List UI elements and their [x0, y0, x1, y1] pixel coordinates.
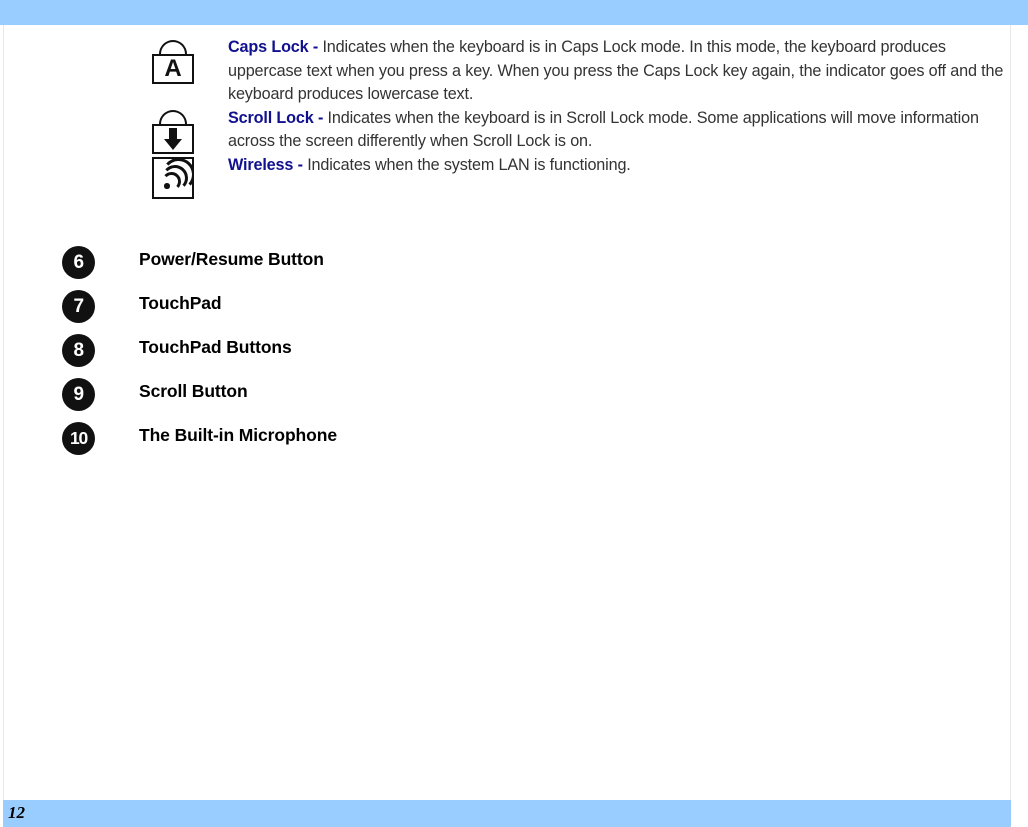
- caps-lock-padlock-a-icon: A: [150, 38, 196, 84]
- callout-bullet-10: 10: [62, 421, 95, 455]
- callout-number-cell: 8: [0, 333, 139, 367]
- indicator-icon-cell: A: [0, 36, 228, 84]
- indicator-description-caps-lock: Indicates when the keyboard is in Caps L…: [228, 38, 1004, 103]
- wireless-signal-icon: [150, 155, 196, 201]
- arrow-stem: [169, 127, 177, 139]
- indicator-icon-cell: [0, 154, 228, 201]
- page-header-bar: [0, 0, 1028, 25]
- padlock-letter: A: [164, 54, 182, 82]
- callout-label-built-in-microphone: The Built-in Microphone: [139, 424, 337, 445]
- callout-number-cell: 7: [0, 289, 139, 323]
- callout-number-cell: 10: [0, 421, 139, 455]
- list-item: 6 Power/Resume Button: [0, 240, 1028, 284]
- scroll-lock-padlock-arrow-icon: [150, 108, 196, 154]
- page-number: 12: [8, 803, 25, 822]
- indicator-text-scroll-lock: Scroll Lock - Indicates when the keyboar…: [228, 107, 1028, 154]
- indicator-term-wireless: Wireless -: [228, 155, 308, 174]
- callout-label-touchpad: TouchPad: [139, 292, 222, 313]
- indicator-description-wireless: Indicates when the system LAN is functio…: [307, 155, 631, 174]
- manual-page: A Caps Lock - Indicates when the keyboar…: [0, 0, 1028, 827]
- callout-label-power-resume-button: Power/Resume Button: [139, 248, 324, 269]
- callout-bullet-6: 6: [62, 245, 95, 279]
- indicator-row-scroll-lock: Scroll Lock - Indicates when the keyboar…: [0, 107, 1028, 154]
- wireless-arc-outer: [161, 158, 192, 192]
- wireless-icon-frame: [152, 156, 194, 199]
- numbered-callout-list: 6 Power/Resume Button 7 TouchPad 8 Touch…: [0, 240, 1028, 460]
- list-item: 9 Scroll Button: [0, 372, 1028, 416]
- list-item: 8 TouchPad Buttons: [0, 328, 1028, 372]
- arrow-head: [164, 138, 182, 150]
- callout-number-cell: 9: [0, 377, 139, 411]
- callout-number-cell: 6: [0, 245, 139, 279]
- indicator-term-scroll-lock: Scroll Lock -: [228, 108, 328, 127]
- page-footer-bar: [3, 800, 1011, 827]
- indicator-text-caps-lock: Caps Lock - Indicates when the keyboard …: [228, 36, 1028, 107]
- indicator-row-caps-lock: A Caps Lock - Indicates when the keyboar…: [0, 36, 1028, 107]
- padlock-body: [152, 123, 194, 154]
- list-item: 10 The Built-in Microphone: [0, 416, 1028, 460]
- indicator-icon-cell: [0, 107, 228, 154]
- indicator-term-caps-lock: Caps Lock -: [228, 38, 323, 56]
- callout-label-touchpad-buttons: TouchPad Buttons: [139, 336, 292, 357]
- callout-bullet-7: 7: [62, 289, 95, 323]
- indicator-text-wireless: Wireless - Indicates when the system LAN…: [228, 154, 1028, 178]
- padlock-body: A: [152, 54, 194, 84]
- indicator-legend-list: A Caps Lock - Indicates when the keyboar…: [0, 36, 1028, 201]
- indicator-description-scroll-lock: Indicates when the keyboard is in Scroll…: [228, 108, 979, 151]
- callout-bullet-9: 9: [62, 377, 95, 411]
- callout-bullet-8: 8: [62, 333, 95, 367]
- indicator-row-wireless: Wireless - Indicates when the system LAN…: [0, 154, 1028, 201]
- callout-label-scroll-button: Scroll Button: [139, 380, 248, 401]
- list-item: 7 TouchPad: [0, 284, 1028, 328]
